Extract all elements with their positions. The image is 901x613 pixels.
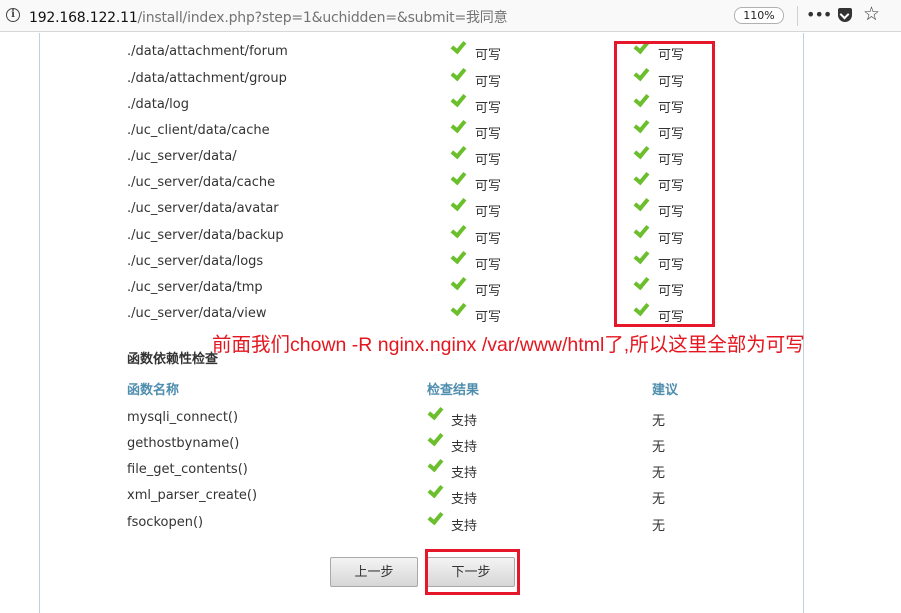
url-text[interactable]: 192.168.122.11/install/index.php?step=1&… [29, 7, 508, 27]
col-header-function-name: 函数名称 [127, 383, 180, 398]
dir-path: ./uc_server/data/tmp [127, 280, 263, 295]
dir-path: ./data/attachment/forum [127, 44, 288, 59]
function-result: 支持 [451, 440, 478, 455]
url-path: /install/index.php?step=1&uchidden=&subm… [137, 10, 508, 26]
url-host: 192.168.122.11 [29, 10, 138, 26]
dir-path: ./data/attachment/group [127, 71, 287, 86]
current-status: 可写 [475, 284, 502, 299]
zoom-level-badge[interactable]: 110% [734, 7, 784, 24]
dir-path: ./uc_server/data/cache [127, 175, 276, 190]
dir-path: ./uc_client/data/cache [127, 123, 270, 138]
dir-path: ./uc_server/data/backup [127, 228, 284, 243]
function-result: 支持 [451, 466, 478, 481]
function-name: mysqli_connect() [127, 410, 239, 425]
col-header-check-result: 检查结果 [427, 383, 480, 398]
function-name: file_get_contents() [127, 462, 248, 477]
function-result: 支持 [451, 492, 478, 507]
dir-path: ./data/log [127, 97, 189, 112]
highlight-box-next [425, 549, 520, 595]
annotation-note: 前面我们chown -R nginx.nginx /var/www/html了,… [212, 334, 805, 356]
toolbar-divider [797, 6, 798, 26]
current-status: 可写 [475, 232, 502, 247]
function-advice: 无 [652, 466, 666, 481]
highlight-box-writable [614, 41, 715, 327]
col-header-advice: 建议 [652, 383, 679, 398]
pocket-icon[interactable] [838, 8, 852, 22]
current-status: 可写 [475, 205, 502, 220]
dir-path: ./uc_server/data/ [127, 149, 237, 164]
info-icon[interactable]: i [6, 8, 20, 22]
function-name: fsockopen() [127, 515, 204, 530]
dir-path: ./uc_server/data/avatar [127, 201, 279, 216]
browser-urlbar[interactable]: i 192.168.122.11/install/index.php?step=… [0, 0, 901, 32]
function-result: 支持 [451, 414, 478, 429]
current-status: 可写 [475, 75, 502, 90]
function-advice: 无 [652, 492, 666, 507]
function-advice: 无 [652, 414, 666, 429]
current-status: 可写 [475, 127, 502, 142]
dir-path: ./uc_server/data/view [127, 306, 267, 321]
more-actions-icon[interactable]: ••• [806, 5, 832, 24]
current-status: 可写 [475, 48, 502, 63]
function-advice: 无 [652, 440, 666, 455]
function-name: gethostbyname() [127, 436, 240, 451]
bookmark-star-icon[interactable]: ☆ [863, 3, 880, 25]
current-status: 可写 [475, 101, 502, 116]
current-status: 可写 [475, 179, 502, 194]
function-check-title: 函数依赖性检查 [127, 352, 219, 367]
function-result: 支持 [451, 519, 478, 534]
current-status: 可写 [475, 153, 502, 168]
current-status: 可写 [475, 258, 502, 273]
dir-path: ./uc_server/data/logs [127, 254, 264, 269]
prev-step-button[interactable]: 上一步 [330, 557, 418, 587]
function-name: xml_parser_create() [127, 488, 258, 503]
current-status: 可写 [475, 310, 502, 325]
function-advice: 无 [652, 519, 666, 534]
